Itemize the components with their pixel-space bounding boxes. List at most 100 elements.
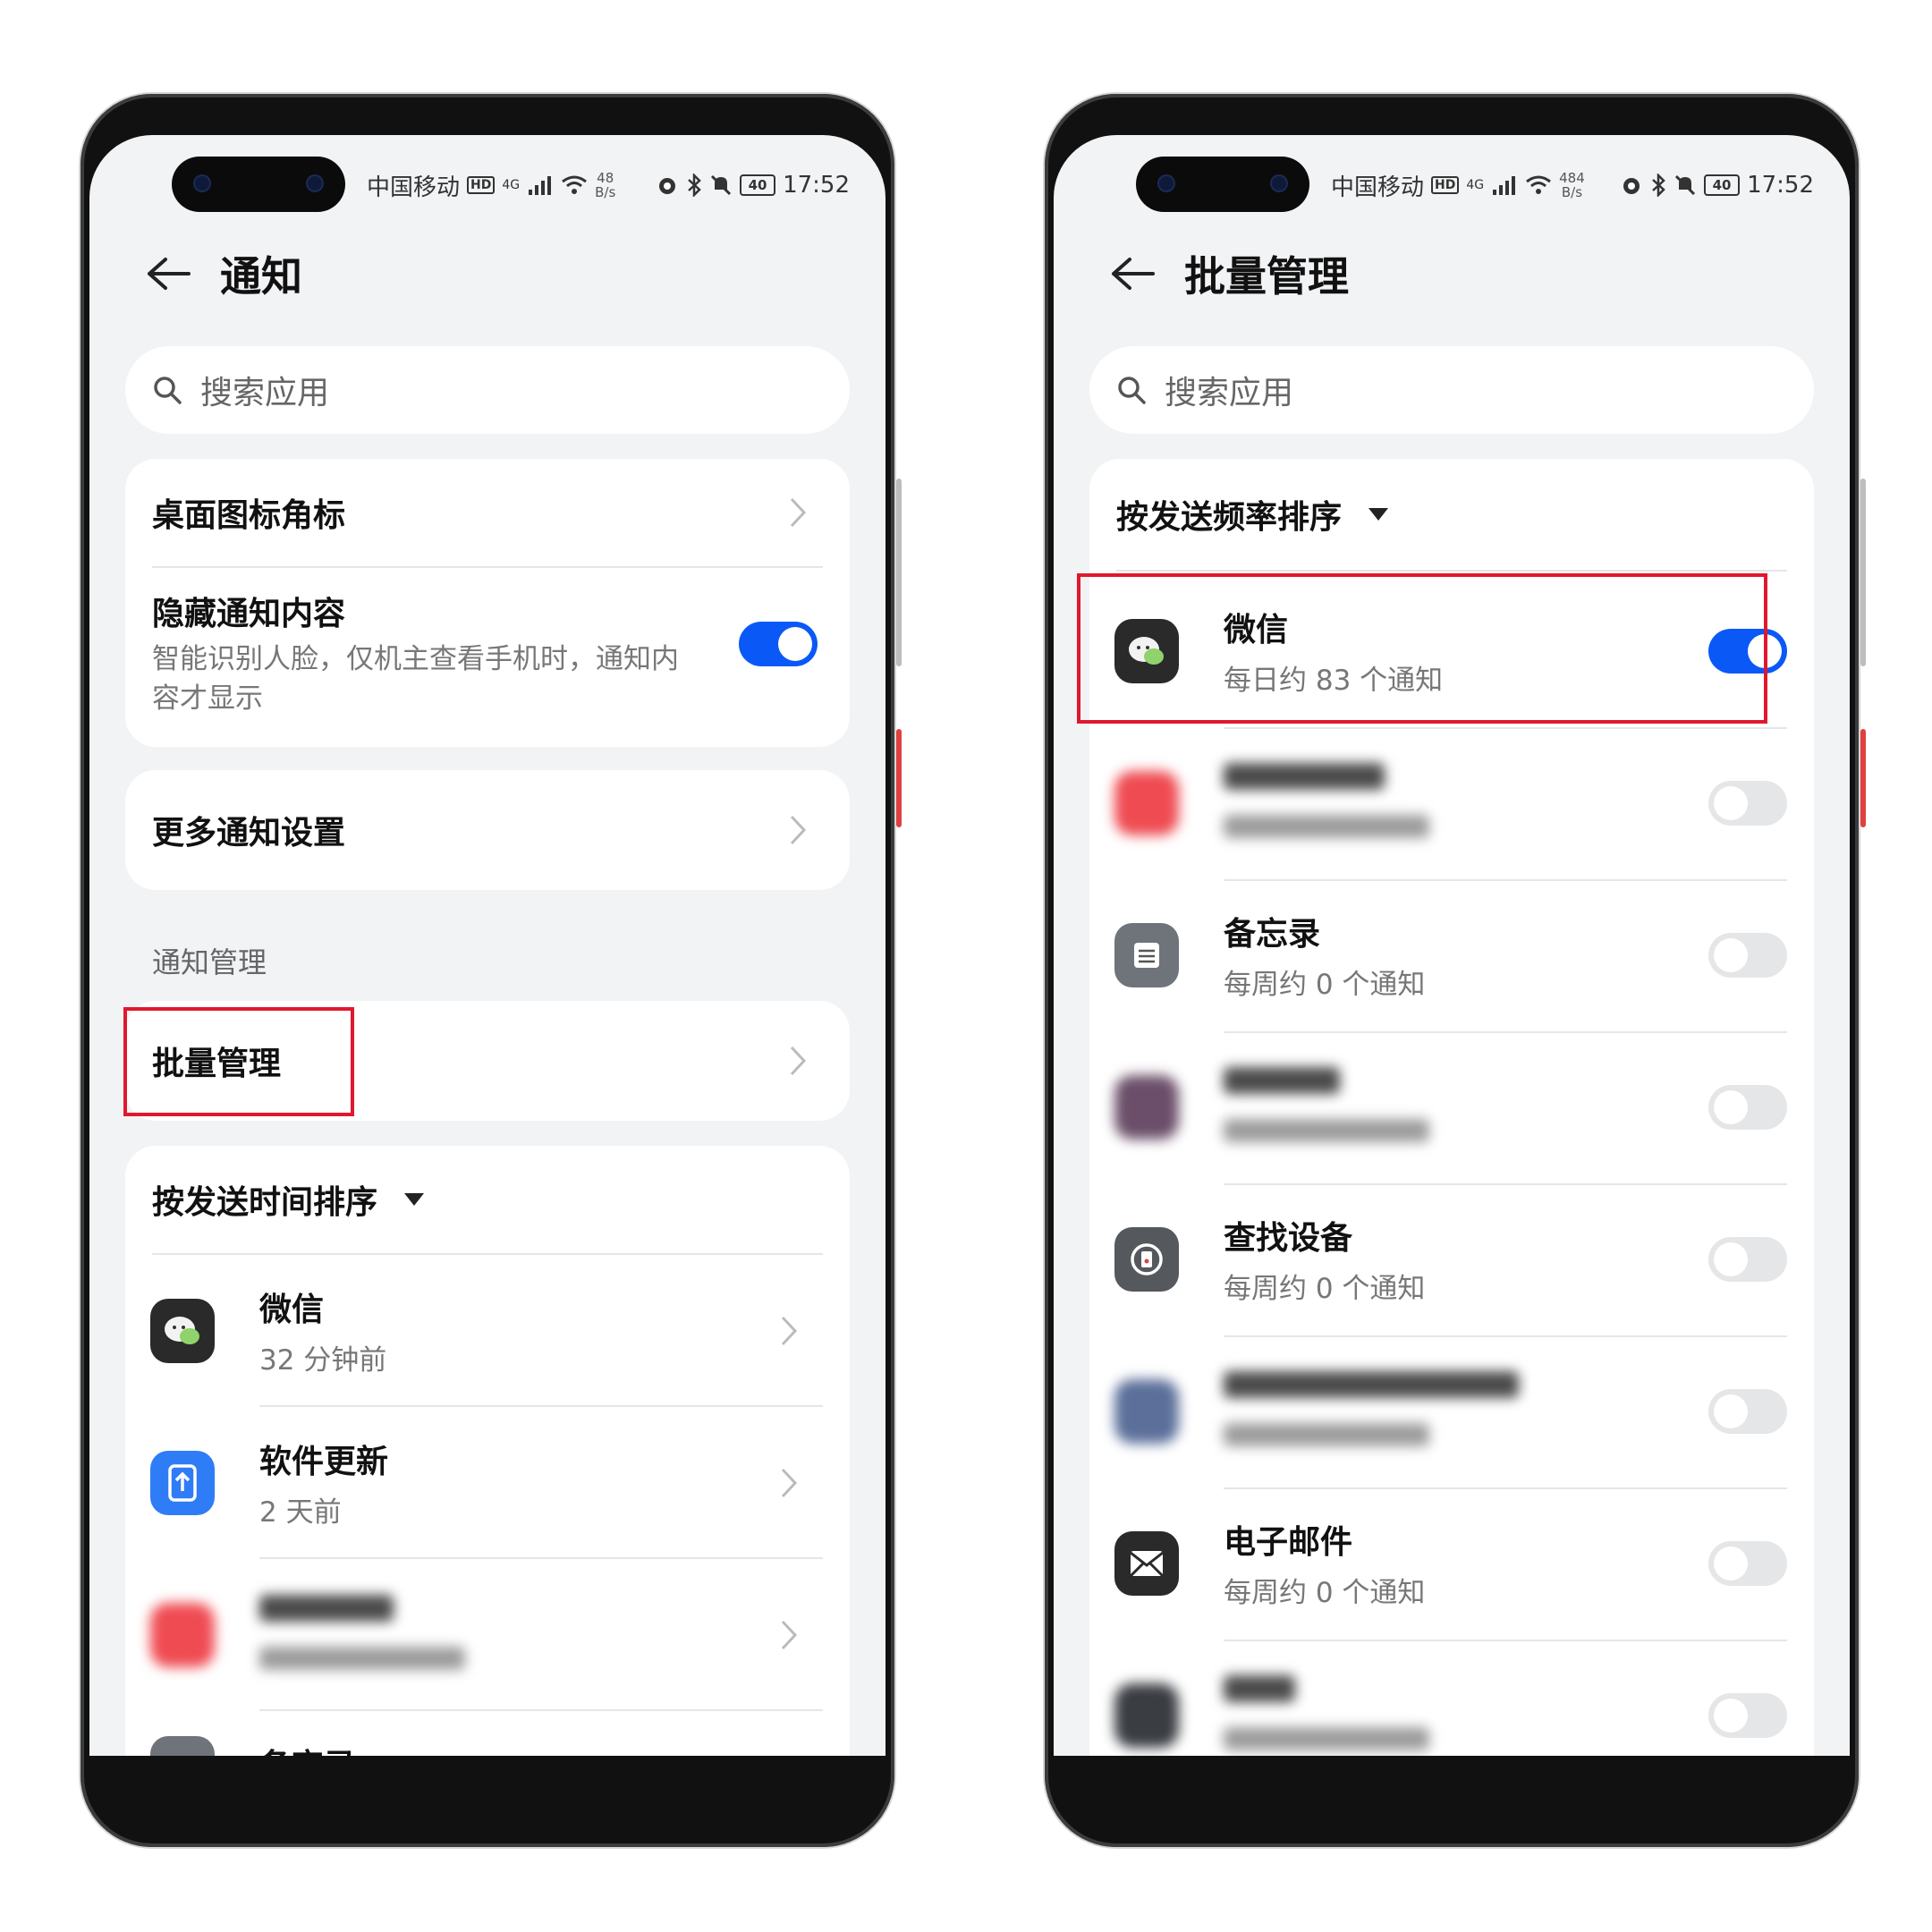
sort-label: 按发送时间排序 (152, 1184, 378, 1221)
mute-icon (1675, 174, 1696, 196)
search-icon (154, 377, 182, 404)
back-arrow-icon (1112, 258, 1155, 290)
app-frequency: 每周约 0 个通知 (1224, 1273, 1426, 1305)
phone-left: 中国移动 HD 4G 48 B/s 40 17:52 通知 搜索应用 桌面图标角… (80, 94, 902, 1847)
blurred-app-icon (1114, 1683, 1179, 1748)
search-icon (1118, 377, 1146, 404)
hide-content-label: 隐藏通知内容 (152, 596, 346, 632)
app-row-email[interactable]: 电子邮件 每周约 0 个通知 (1089, 1487, 1814, 1640)
blurred-app-icon (1114, 1075, 1179, 1140)
volume-button (1860, 479, 1866, 666)
battery-icon: 40 (740, 174, 776, 196)
phone-right: 中国移动 HD 4G 484 B/s 40 17:52 批量管理 搜索应用 按发… (1045, 94, 1866, 1847)
alarm-icon (659, 178, 676, 194)
network-label: 4G (1466, 178, 1485, 192)
signal-icon (1493, 176, 1516, 195)
app-row-blurred[interactable] (1089, 1031, 1814, 1183)
hide-content-row[interactable]: 隐藏通知内容 智能识别人脸，仅机主查看手机时，通知内容才显示 (152, 568, 823, 747)
hd-icon: HD (467, 176, 496, 194)
app-name: 微信 (259, 1292, 325, 1328)
app-frequency: 每周约 0 个通知 (1224, 969, 1426, 1001)
hide-content-desc: 智能识别人脸，仅机主查看手机时，通知内容才显示 (152, 643, 679, 715)
page-title: 通知 (220, 252, 302, 301)
app-frequency: 每周约 0 个通知 (1224, 1577, 1426, 1609)
hd-icon: HD (1431, 176, 1460, 194)
chevron-right-icon (790, 497, 807, 528)
app-name: 查找设备 (1224, 1220, 1353, 1257)
back-arrow-icon (148, 258, 191, 290)
wifi-icon (1526, 175, 1552, 194)
app-row-blurred[interactable] (125, 1559, 850, 1711)
more-settings-row[interactable]: 更多通知设置 (152, 770, 823, 890)
highlight-box (1077, 573, 1767, 724)
screen-notifications: 中国移动 HD 4G 48 B/s 40 17:52 通知 搜索应用 桌面图标角… (89, 135, 886, 1802)
app-row-blurred[interactable] (1089, 1335, 1814, 1487)
power-button (1860, 729, 1866, 827)
app-row-software-update[interactable]: 软件更新 2 天前 (125, 1407, 850, 1559)
clock: 17:52 (783, 172, 850, 199)
power-button (896, 729, 902, 827)
app-row-notepad[interactable]: 备忘录 每周约 0 个通知 (1089, 879, 1814, 1031)
chevron-right-icon (790, 815, 807, 845)
notification-toggle[interactable] (1708, 933, 1787, 978)
wechat-icon (150, 1299, 215, 1363)
badge-setting-label: 桌面图标角标 (152, 497, 346, 534)
carrier-label: 中国移动 (1331, 174, 1425, 201)
network-label: 4G (502, 178, 521, 192)
notification-toggle[interactable] (1708, 1541, 1787, 1586)
app-row-wechat[interactable]: 微信 32 分钟前 (125, 1255, 850, 1407)
screen-bezel-bottom (89, 1756, 886, 1802)
app-row-find-device[interactable]: 查找设备 每周约 0 个通知 (1089, 1183, 1814, 1335)
sort-dropdown[interactable]: 按发送时间排序 (152, 1146, 823, 1253)
app-last-time: 2 天前 (259, 1496, 342, 1529)
signal-icon (529, 176, 552, 195)
caret-down-icon (1368, 508, 1389, 521)
page-title: 批量管理 (1184, 252, 1349, 301)
blurred-app-icon (150, 1603, 215, 1667)
app-name: 软件更新 (259, 1444, 389, 1480)
blurred-app-icon (1114, 771, 1179, 835)
chevron-right-icon (790, 1046, 807, 1076)
search-placeholder: 搜索应用 (200, 375, 330, 411)
email-icon (1114, 1531, 1179, 1596)
chevron-right-icon (781, 1316, 798, 1346)
notification-toggle[interactable] (1708, 1693, 1787, 1738)
hide-content-toggle[interactable] (739, 622, 818, 666)
bluetooth-icon (1652, 174, 1665, 197)
sort-dropdown[interactable]: 按发送频率排序 (1116, 459, 1787, 570)
camera-cutout (172, 157, 345, 212)
find-device-icon (1114, 1227, 1179, 1292)
carrier-label: 中国移动 (367, 174, 461, 201)
badge-setting-row[interactable]: 桌面图标角标 (152, 459, 823, 566)
search-input[interactable]: 搜索应用 (1089, 346, 1814, 434)
notification-toggle[interactable] (1708, 1237, 1787, 1282)
caret-down-icon (404, 1193, 425, 1206)
notepad-icon (1114, 923, 1179, 987)
app-row-blurred[interactable] (1089, 727, 1814, 879)
net-speed: 484 B/s (1559, 170, 1585, 200)
search-input[interactable]: 搜索应用 (125, 346, 850, 434)
highlight-box (123, 1007, 354, 1116)
screen-batch-manage: 中国移动 HD 4G 484 B/s 40 17:52 批量管理 搜索应用 按发… (1054, 135, 1850, 1802)
blurred-app-icon (1114, 1379, 1179, 1444)
net-speed: 48 B/s (595, 170, 616, 200)
app-name: 备忘录 (1224, 916, 1321, 953)
back-button[interactable] (1107, 249, 1157, 299)
settings-card: 桌面图标角标 隐藏通知内容 智能识别人脸，仅机主查看手机时，通知内容才显示 (125, 459, 850, 747)
software-update-icon (150, 1451, 215, 1515)
camera-cutout (1136, 157, 1309, 212)
section-header: 通知管理 (152, 945, 267, 979)
clock: 17:52 (1747, 172, 1814, 199)
back-button[interactable] (143, 249, 193, 299)
notification-toggle[interactable] (1708, 781, 1787, 826)
chevron-right-icon (781, 1468, 798, 1498)
notification-toggle[interactable] (1708, 1085, 1787, 1130)
alarm-icon (1623, 178, 1640, 194)
notification-toggle[interactable] (1708, 1389, 1787, 1434)
app-name: 电子邮件 (1224, 1524, 1353, 1561)
wifi-icon (562, 175, 588, 194)
battery-icon: 40 (1704, 174, 1741, 196)
screen-bezel-bottom (1054, 1756, 1850, 1802)
app-last-time: 32 分钟前 (259, 1344, 387, 1377)
volume-button (896, 479, 902, 666)
